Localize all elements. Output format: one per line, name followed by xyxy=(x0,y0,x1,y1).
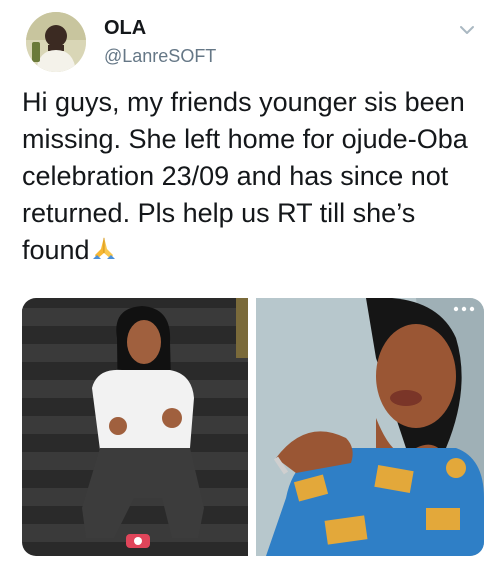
more-dots-icon[interactable] xyxy=(452,304,476,314)
display-name[interactable]: OLA xyxy=(104,16,216,40)
tweet-card[interactable]: OLA @LanreSOFT Hi guys, my friends young… xyxy=(0,0,492,562)
tweet-media xyxy=(22,298,484,556)
tweet-header: OLA @LanreSOFT xyxy=(20,10,480,74)
avatar[interactable] xyxy=(26,12,86,72)
author-names: OLA @LanreSOFT xyxy=(104,16,216,68)
user-handle[interactable]: @LanreSOFT xyxy=(104,44,216,68)
folded-hands-emoji xyxy=(92,237,115,259)
tweet-text: Hi guys, my friends younger sis been mis… xyxy=(22,84,484,269)
chevron-down-icon[interactable] xyxy=(458,24,476,36)
photo-1[interactable] xyxy=(22,298,248,556)
photo-2[interactable] xyxy=(256,298,484,556)
